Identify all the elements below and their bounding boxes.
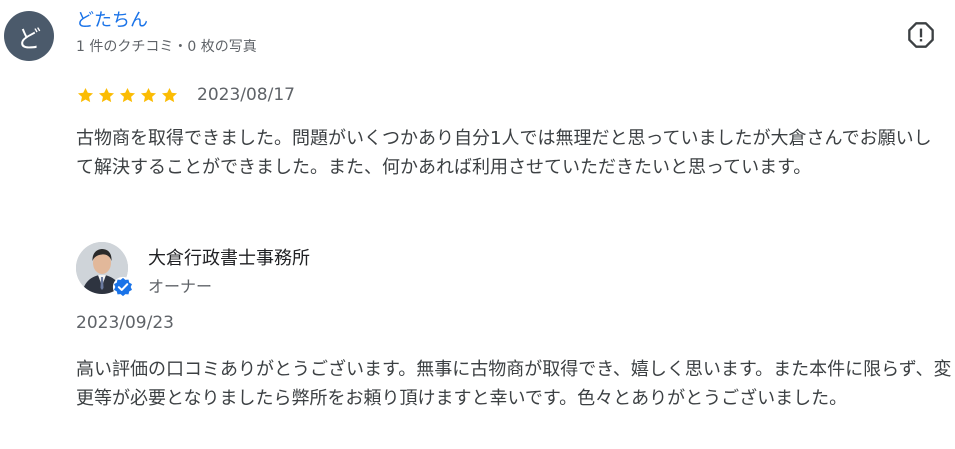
- review-text: 古物商を取得できました。問題がいくつかあり自分1人では無理だと思っていましたが大…: [76, 128, 932, 178]
- reviewer-name[interactable]: どたちん: [76, 6, 148, 32]
- owner-role: オーナー: [148, 277, 213, 296]
- star-icon: [77, 87, 94, 102]
- star-icon: [98, 87, 115, 102]
- star-rating: [76, 86, 179, 105]
- report-button[interactable]: [906, 20, 936, 50]
- review-date: 2023/08/17: [197, 85, 295, 105]
- reply-date: 2023/09/23: [76, 313, 174, 333]
- rating-row: 2023/08/17: [76, 84, 295, 106]
- avatar-letter: ど: [17, 24, 41, 53]
- star-icon: [161, 87, 178, 102]
- verified-check-icon: [112, 276, 134, 298]
- star-icon: [119, 87, 136, 102]
- owner-name: 大倉行政書士事務所: [148, 248, 310, 269]
- star-icon: [140, 87, 157, 102]
- owner-reply-text: 高い評価の口コミありがとうございます。無事に古物商が取得でき、嬉しく思います。ま…: [76, 359, 952, 409]
- reviewer-avatar[interactable]: ど: [4, 11, 54, 61]
- report-flag-icon: [908, 22, 934, 48]
- reviewer-meta: 1 件のクチコミ・0 枚の写真: [76, 39, 257, 55]
